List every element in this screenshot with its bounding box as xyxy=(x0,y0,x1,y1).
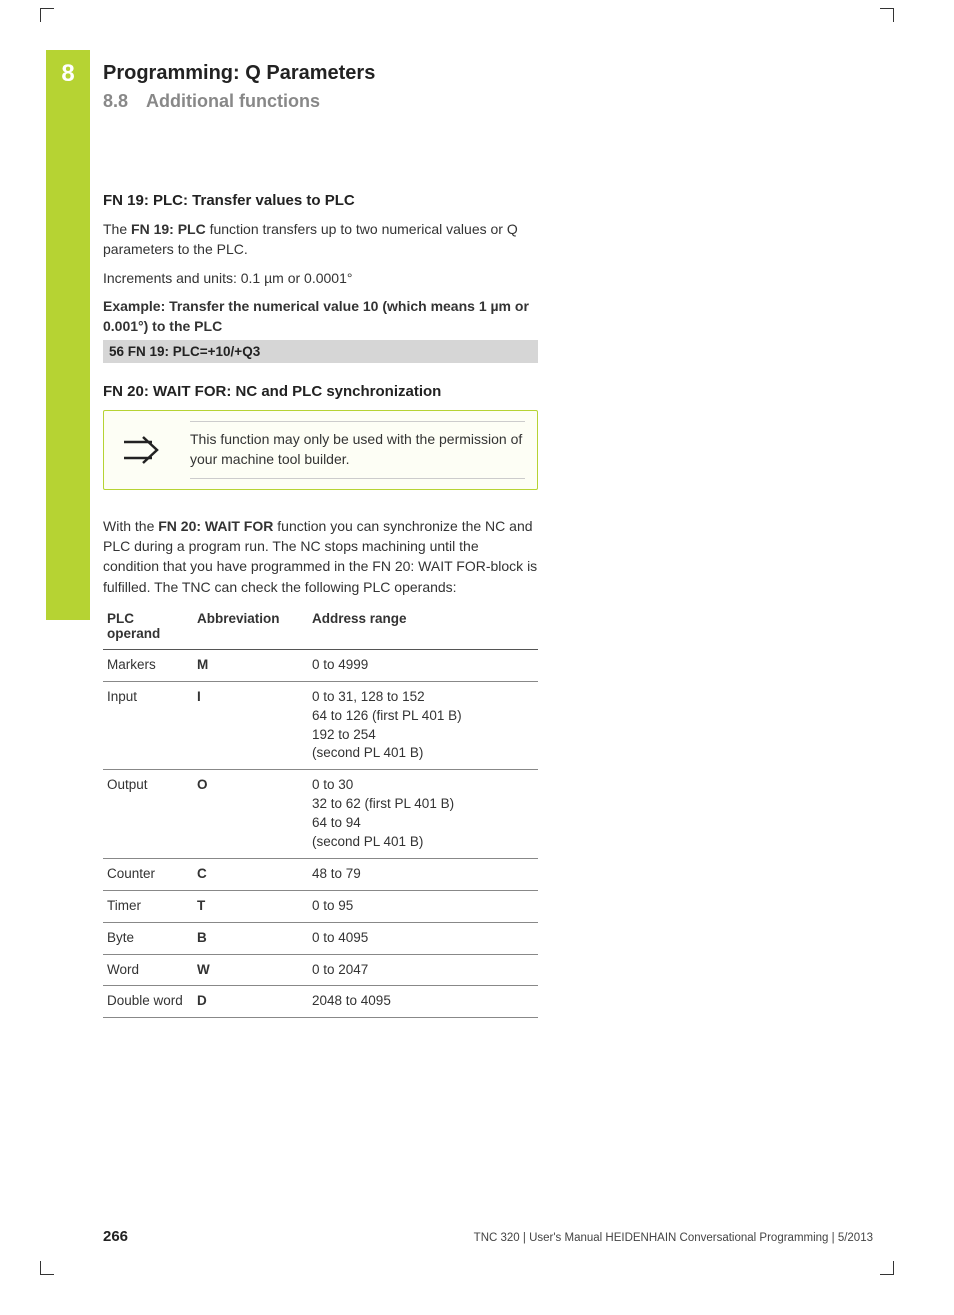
td-operand: Counter xyxy=(103,858,193,890)
th-abbr: Abbreviation xyxy=(193,605,308,650)
page-body: Programming: Q Parameters 8.8 Additional … xyxy=(103,62,538,1018)
crop-mark-tr xyxy=(880,8,894,22)
chapter-number: 8 xyxy=(46,60,90,88)
fn20-heading: FN 20: WAIT FOR: NC and PLC synchronizat… xyxy=(103,383,538,400)
table-row: ByteB0 to 4095 xyxy=(103,922,538,954)
table-row: CounterC48 to 79 xyxy=(103,858,538,890)
fn19-paragraph-2: Increments and units: 0.1 µm or 0.0001° xyxy=(103,268,538,288)
section-number: 8.8 xyxy=(103,91,128,111)
text-span: With the xyxy=(103,518,158,534)
td-abbr: T xyxy=(193,890,308,922)
section-title: Additional functions xyxy=(146,91,320,111)
td-abbr: B xyxy=(193,922,308,954)
fn20-paragraph-1: With the FN 20: WAIT FOR function you ca… xyxy=(103,516,538,597)
chapter-title: Programming: Q Parameters xyxy=(103,62,538,85)
td-operand: Input xyxy=(103,681,193,770)
section-heading: 8.8 Additional functions xyxy=(103,91,538,112)
td-operand: Output xyxy=(103,770,193,859)
td-range: 0 to 4999 xyxy=(308,649,538,681)
td-abbr: I xyxy=(193,681,308,770)
th-operand: PLC operand xyxy=(103,605,193,650)
table-row: WordW0 to 2047 xyxy=(103,954,538,986)
fn19-paragraph-1: The FN 19: PLC function transfers up to … xyxy=(103,219,538,260)
td-operand: Markers xyxy=(103,649,193,681)
page-footer: 266 TNC 320 | User's Manual HEIDENHAIN C… xyxy=(103,1228,873,1245)
td-abbr: D xyxy=(193,986,308,1018)
td-operand: Double word xyxy=(103,986,193,1018)
crop-mark-br xyxy=(880,1261,894,1275)
td-operand: Timer xyxy=(103,890,193,922)
table-row: TimerT0 to 95 xyxy=(103,890,538,922)
td-range: 0 to 3032 to 62 (first PL 401 B)64 to 94… xyxy=(308,770,538,859)
td-abbr: O xyxy=(193,770,308,859)
td-range: 0 to 31, 128 to 15264 to 126 (first PL 4… xyxy=(308,681,538,770)
td-abbr: W xyxy=(193,954,308,986)
table-row: MarkersM0 to 4999 xyxy=(103,649,538,681)
table-row: Double wordD2048 to 4095 xyxy=(103,986,538,1018)
fn19-example-label: Example: Transfer the numerical value 10… xyxy=(103,296,538,337)
td-abbr: M xyxy=(193,649,308,681)
table-row: OutputO0 to 3032 to 62 (first PL 401 B)6… xyxy=(103,770,538,859)
td-range: 0 to 2047 xyxy=(308,954,538,986)
plc-operands-table: PLC operand Abbreviation Address range M… xyxy=(103,605,538,1018)
td-abbr: C xyxy=(193,858,308,890)
td-range: 48 to 79 xyxy=(308,858,538,890)
fn19-heading: FN 19: PLC: Transfer values to PLC xyxy=(103,192,538,209)
td-operand: Byte xyxy=(103,922,193,954)
td-range: 0 to 4095 xyxy=(308,922,538,954)
td-range: 2048 to 4095 xyxy=(308,986,538,1018)
td-operand: Word xyxy=(103,954,193,986)
td-range: 0 to 95 xyxy=(308,890,538,922)
arrow-right-icon xyxy=(116,430,172,470)
table-row: InputI0 to 31, 128 to 15264 to 126 (firs… xyxy=(103,681,538,770)
bold-span: FN 20: WAIT FOR xyxy=(158,518,273,534)
crop-mark-tl xyxy=(40,8,54,22)
th-range: Address range xyxy=(308,605,538,650)
note-box: This function may only be used with the … xyxy=(103,410,538,489)
bold-span: FN 19: PLC xyxy=(131,221,206,237)
text-span: The xyxy=(103,221,131,237)
crop-mark-bl xyxy=(40,1261,54,1275)
page-number: 266 xyxy=(103,1228,128,1245)
note-text: This function may only be used with the … xyxy=(190,421,525,478)
side-accent-bar xyxy=(46,50,90,620)
footer-text: TNC 320 | User's Manual HEIDENHAIN Conve… xyxy=(474,1232,873,1244)
fn19-code-block: 56 FN 19: PLC=+10/+Q3 xyxy=(103,340,538,363)
